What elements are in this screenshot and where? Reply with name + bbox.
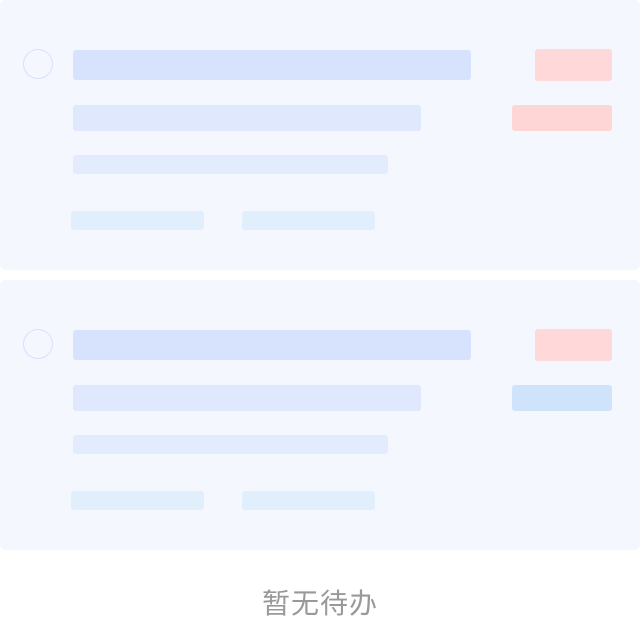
skeleton-subtitle-bar xyxy=(73,385,421,411)
checkbox-circle-icon xyxy=(23,329,53,359)
checkbox-circle-icon xyxy=(23,49,53,79)
skeleton-status-tag xyxy=(535,49,612,81)
skeleton-status-tag xyxy=(535,329,612,361)
skeleton-type-tag xyxy=(512,385,612,411)
skeleton-title-bar xyxy=(73,330,471,360)
skeleton-type-tag xyxy=(512,105,612,131)
skeleton-description-bar xyxy=(73,435,388,454)
skeleton-meta-bar xyxy=(242,211,375,230)
skeleton-meta-bar xyxy=(242,491,375,510)
skeleton-todo-card xyxy=(0,0,640,270)
skeleton-title-bar xyxy=(73,50,471,80)
skeleton-meta-bar xyxy=(71,491,204,510)
skeleton-todo-card xyxy=(0,280,640,550)
empty-state-message: 暂无待办 xyxy=(261,587,378,620)
skeleton-meta-bar xyxy=(71,211,204,230)
skeleton-subtitle-bar xyxy=(73,105,421,131)
skeleton-description-bar xyxy=(73,155,388,174)
